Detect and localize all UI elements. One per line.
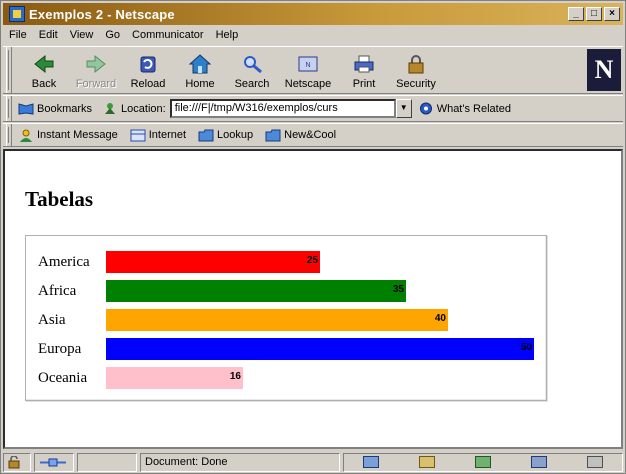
status-text-cell: Document: Done — [140, 452, 340, 472]
row-bar: 16 — [106, 367, 243, 389]
url-input[interactable]: file:///F|/tmp/W316/exemplos/curs — [169, 99, 396, 118]
toolbar-grip[interactable] — [6, 47, 12, 93]
menu-file[interactable]: File — [3, 29, 33, 41]
reload-button[interactable]: Reload — [122, 47, 174, 93]
reload-icon — [140, 56, 156, 73]
search-button[interactable]: Search — [226, 47, 278, 93]
toolbar-grip[interactable] — [6, 124, 12, 146]
progress-area — [77, 452, 137, 472]
table-row: Europa 50 — [38, 337, 534, 361]
browser-window: Exemplos 2 - Netscape _ □ × File Edit Vi… — [0, 0, 626, 474]
instant-message-icon — [20, 129, 32, 142]
menu-communicator[interactable]: Communicator — [126, 29, 210, 41]
search-icon — [244, 56, 262, 74]
internet-button[interactable]: Internet — [130, 129, 186, 142]
netscape-icon: N — [298, 56, 318, 72]
row-bar: 50 — [106, 338, 534, 360]
internet-icon — [130, 129, 146, 141]
personal-toolbar: Instant Message Internet Lookup New&Cool — [3, 123, 623, 147]
title-bar: Exemplos 2 - Netscape _ □ × — [3, 3, 623, 25]
netscape-button[interactable]: N Netscape — [278, 47, 338, 93]
menu-go[interactable]: Go — [99, 29, 126, 41]
home-icon — [189, 54, 211, 74]
print-button[interactable]: Print — [338, 47, 390, 93]
url-dropdown-button[interactable]: ▼ — [395, 99, 412, 118]
bookmarks-icon — [18, 103, 34, 115]
location-label: Location: — [102, 102, 166, 115]
lookup-button[interactable]: Lookup — [198, 129, 253, 142]
page-content: Tabelas America 25 Africa 35 Asia 40 Eur… — [3, 149, 623, 449]
page-title: Tabelas — [25, 187, 94, 211]
security-lock-icon — [408, 55, 424, 74]
row-label: Asia — [38, 311, 66, 328]
forward-arrow-icon — [86, 54, 106, 74]
newsgroups-icon[interactable] — [475, 456, 491, 468]
toolbar-grip[interactable] — [6, 96, 12, 121]
location-toolbar: Bookmarks Location: file:///F|/tmp/W316/… — [3, 95, 623, 122]
row-label: America — [38, 253, 90, 270]
menu-view[interactable]: View — [64, 29, 100, 41]
composer-icon[interactable] — [587, 456, 603, 468]
row-bar: 35 — [106, 280, 406, 302]
netscape-window-icon — [9, 6, 25, 22]
window-title: Exemplos 2 - Netscape — [29, 6, 175, 22]
menu-help[interactable]: Help — [210, 29, 245, 41]
back-arrow-icon — [34, 54, 54, 74]
row-label: Oceania — [38, 369, 88, 386]
whats-related-icon — [419, 102, 432, 115]
instant-message-button[interactable]: Instant Message — [18, 129, 118, 142]
folder-icon — [198, 129, 214, 141]
status-text: Document: Done — [145, 456, 228, 468]
bookmarks-button[interactable]: Bookmarks — [18, 102, 92, 115]
maximize-button[interactable]: □ — [586, 7, 602, 21]
mail-icon[interactable] — [419, 456, 435, 468]
table-row: Asia 40 — [38, 308, 448, 332]
row-value: 40 — [434, 313, 446, 324]
close-button[interactable]: × — [604, 7, 620, 21]
netscape-throbber-logo[interactable]: N — [587, 49, 621, 91]
location-icon — [105, 103, 116, 114]
navigator-icon[interactable] — [363, 456, 379, 468]
table-row: America 25 — [38, 250, 320, 274]
home-button[interactable]: Home — [174, 47, 226, 93]
row-value: 35 — [392, 284, 404, 295]
address-book-icon[interactable] — [531, 456, 547, 468]
status-bar: Document: Done — [3, 451, 623, 473]
navigation-toolbar: Back Forward Reload Home Search N Netsca… — [3, 46, 623, 94]
menu-edit[interactable]: Edit — [33, 29, 64, 41]
bar-table: America 25 Africa 35 Asia 40 Europa 50 O… — [25, 235, 547, 401]
row-label: Europa — [38, 340, 82, 357]
svg-text:N: N — [305, 62, 310, 69]
folder-icon — [265, 129, 281, 141]
row-value: 16 — [229, 371, 241, 382]
print-icon — [354, 55, 374, 73]
table-row: Africa 35 — [38, 279, 406, 303]
back-button[interactable]: Back — [18, 47, 70, 93]
row-bar: 25 — [106, 251, 320, 273]
row-value: 25 — [306, 255, 318, 266]
row-label: Africa — [38, 282, 77, 299]
menu-bar: File Edit View Go Communicator Help — [3, 26, 623, 44]
forward-button[interactable]: Forward — [70, 47, 122, 93]
row-bar: 40 — [106, 309, 448, 331]
security-status-icon[interactable] — [3, 452, 31, 472]
new-and-cool-button[interactable]: New&Cool — [265, 129, 336, 142]
minimize-button[interactable]: _ — [568, 7, 584, 21]
table-row: Oceania 16 — [38, 366, 243, 390]
connection-status-icon — [34, 452, 74, 472]
whats-related-button[interactable]: What's Related — [418, 102, 511, 115]
security-button[interactable]: Security — [390, 47, 442, 93]
component-bar — [343, 452, 623, 472]
row-value: 50 — [520, 342, 532, 353]
window-controls: _ □ × — [568, 7, 620, 21]
